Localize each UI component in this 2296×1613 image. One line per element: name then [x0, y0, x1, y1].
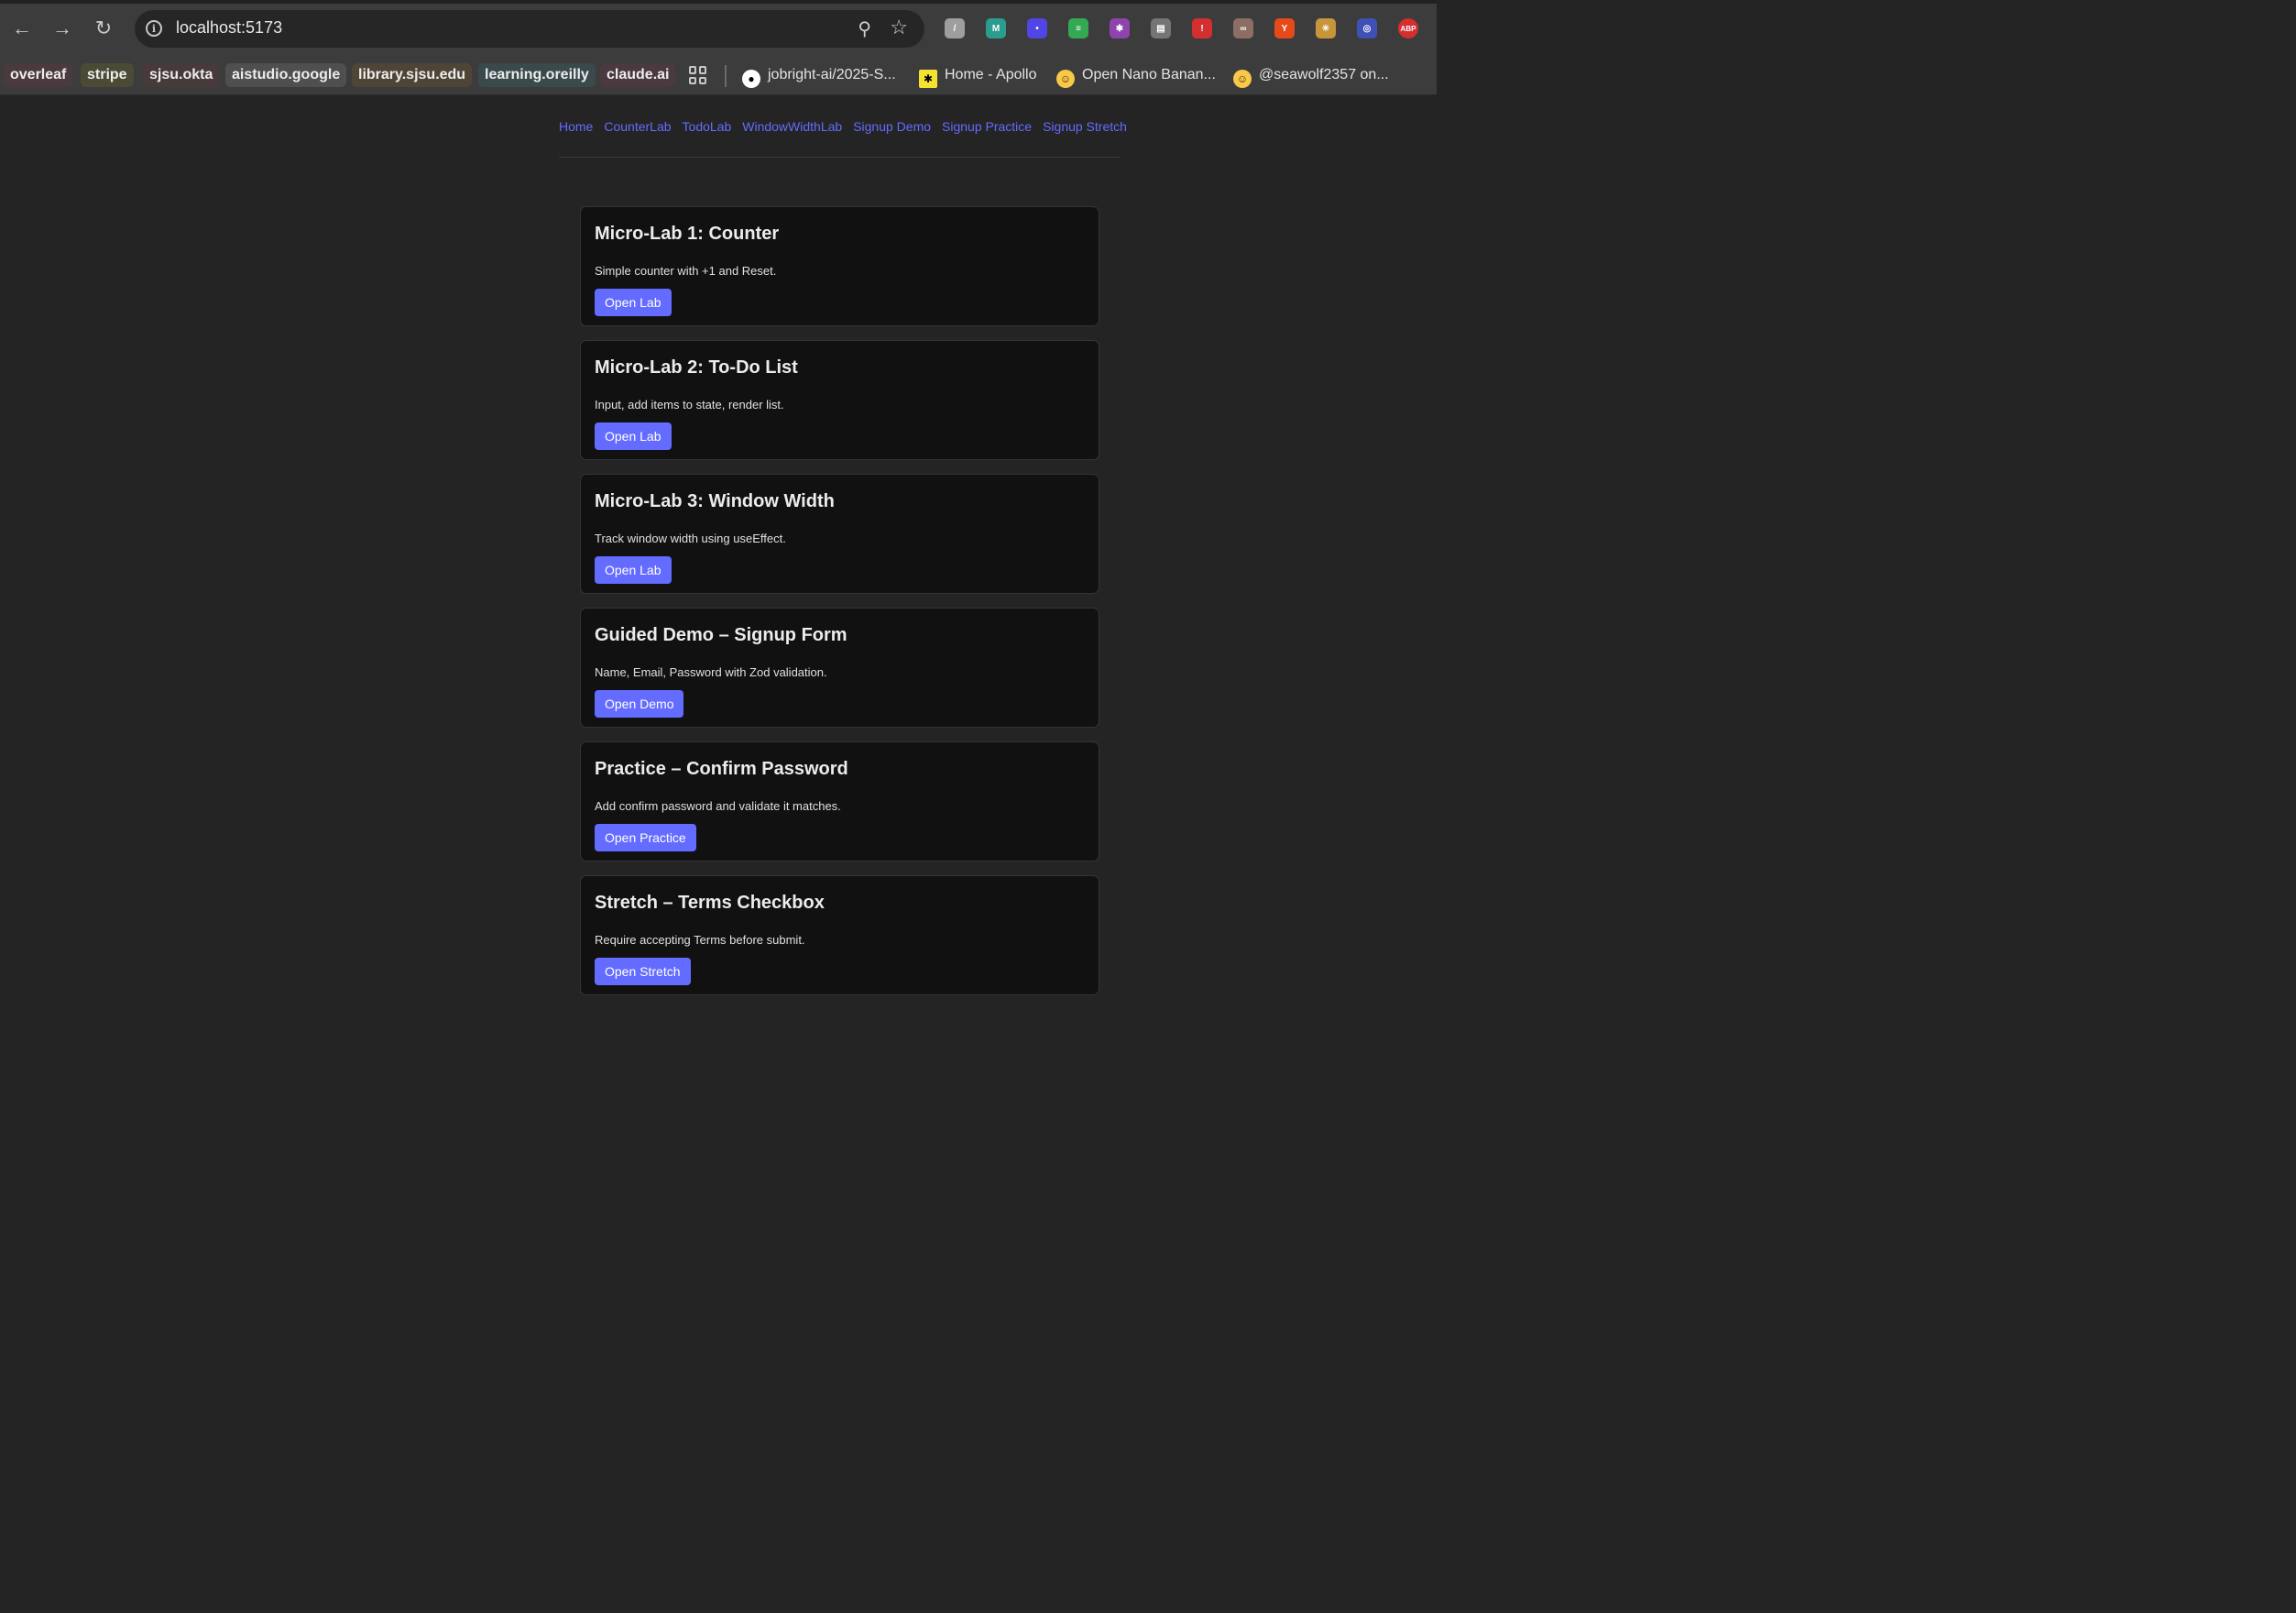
nav-link-signup-demo[interactable]: Signup Demo — [853, 119, 931, 157]
info-icon[interactable]: i — [146, 20, 162, 37]
bookmark-chip[interactable]: aistudio.google — [225, 63, 347, 87]
bookmark-chip[interactable]: sjsu.okta — [143, 63, 220, 87]
bookmark-chip[interactable]: library.sjsu.edu — [352, 63, 473, 87]
card-description: Track window width using useEffect. — [595, 532, 786, 545]
bookmark-label: jobright-ai/2025-S... — [768, 67, 896, 82]
card-description: Input, add items to state, render list. — [595, 398, 784, 411]
face-extension-icon[interactable]: • — [1027, 18, 1047, 38]
forward-button[interactable]: → — [50, 16, 74, 40]
card-title: Stretch – Terms Checkbox — [595, 893, 825, 913]
notes-extension-icon[interactable]: / — [945, 18, 965, 38]
lab-card: Micro-Lab 1: Counter Simple counter with … — [580, 206, 1099, 326]
zoom-icon[interactable]: ⚲ — [858, 17, 871, 40]
card-title: Micro-Lab 1: Counter — [595, 224, 780, 244]
card-description: Require accepting Terms before submit. — [595, 933, 805, 947]
bookmark-chip[interactable]: stripe — [81, 63, 134, 87]
green-extension-icon[interactable]: ≡ — [1068, 18, 1088, 38]
hugging-face-icon: ☺ — [1056, 70, 1075, 88]
bookmarks-bar: overleaf stripe sjsu.okta aistudio.google li… — [0, 57, 1437, 95]
reader-extension-icon[interactable]: ▤ — [1151, 18, 1171, 38]
open-card-button[interactable]: Open Stretch — [595, 958, 691, 985]
nav-link-home[interactable]: Home — [559, 119, 593, 157]
bookmarks-divider — [725, 65, 727, 87]
nav-link-windowwidthlab[interactable]: WindowWidthLab — [742, 119, 842, 157]
tab-groups-icon[interactable] — [689, 66, 707, 84]
open-card-button[interactable]: Open Demo — [595, 690, 684, 718]
back-button[interactable]: ← — [10, 16, 34, 40]
nav-link-counterlab[interactable]: CounterLab — [604, 119, 671, 157]
page-content: Home CounterLab TodoLab WindowWidthLab Signu… — [0, 95, 1437, 1009]
bookmark-chip[interactable]: learning.oreilly — [478, 63, 596, 87]
glasses-extension-icon[interactable]: ∞ — [1233, 18, 1253, 38]
adblock-extension-icon[interactable]: ABP — [1398, 18, 1418, 38]
apollo-icon: ✱ — [919, 70, 937, 88]
card-title: Micro-Lab 2: To-Do List — [595, 357, 798, 378]
browser-toolbar: ← → ↻ i localhost:5173 ⚲ ☆ / M • ≡ ✱ ▤! ∞ Y ✳ ◎ AB… — [0, 0, 1437, 57]
card-title: Micro-Lab 3: Window Width — [595, 491, 835, 511]
bookmark-star-icon[interactable]: ☆ — [890, 16, 908, 39]
bookmark-link-github[interactable]: ● jobright-ai/2025-S... — [742, 63, 896, 88]
open-card-button[interactable]: Open Lab — [595, 422, 672, 450]
card-title: Practice – Confirm Password — [595, 759, 848, 779]
open-card-button[interactable]: Open Lab — [595, 289, 672, 316]
nav-link-signup-stretch[interactable]: Signup Stretch — [1043, 119, 1127, 157]
bookmark-link-seawolf[interactable]: ☺ @seawolf2357 on... — [1233, 63, 1389, 88]
reload-button[interactable]: ↻ — [92, 16, 115, 40]
open-card-button[interactable]: Open Lab — [595, 556, 672, 584]
bookmark-chip[interactable]: claude.ai — [600, 63, 676, 87]
lab-card: Practice – Confirm Password Add confirm p… — [580, 741, 1099, 861]
nav-link-signup-practice[interactable]: Signup Practice — [942, 119, 1032, 157]
lab-card: Micro-Lab 2: To-Do List Input, add items … — [580, 340, 1099, 460]
github-icon: ● — [742, 70, 760, 88]
card-description: Add confirm password and validate it mat… — [595, 799, 841, 813]
lab-card: Micro-Lab 3: Window Width Track window wi… — [580, 474, 1099, 594]
hugging-face-icon: ☺ — [1233, 70, 1252, 88]
lab-card: Stretch – Terms Checkbox Require acceptin… — [580, 875, 1099, 995]
bookmark-link-apollo[interactable]: ✱ Home - Apollo — [919, 63, 1037, 88]
address-bar[interactable]: i localhost:5173 ⚲ ☆ — [135, 10, 924, 48]
open-card-button[interactable]: Open Practice — [595, 824, 696, 851]
brain-extension-icon[interactable]: ✱ — [1110, 18, 1130, 38]
card-description: Name, Email, Password with Zod validatio… — [595, 665, 827, 679]
top-nav: Home CounterLab TodoLab WindowWidthLab Signu… — [559, 119, 1127, 158]
translate-extension-icon[interactable]: Y — [1274, 18, 1295, 38]
lab-card: Guided Demo – Signup Form Name, Email, Pa… — [580, 608, 1099, 728]
bookmark-label: @seawolf2357 on... — [1259, 67, 1389, 82]
url-text[interactable]: localhost:5173 — [176, 18, 282, 38]
card-title: Guided Demo – Signup Form — [595, 625, 847, 645]
bookmark-label: Home - Apollo — [945, 67, 1037, 82]
card-description: Simple counter with +1 and Reset. — [595, 264, 777, 278]
nav-link-todolab[interactable]: TodoLab — [683, 119, 732, 157]
target-extension-icon[interactable]: ◎ — [1357, 18, 1377, 38]
bookmark-chip[interactable]: overleaf — [4, 63, 73, 87]
bookmark-label: Open Nano Banan... — [1082, 67, 1216, 82]
red-flag-extension-icon[interactable]: ! — [1192, 18, 1212, 38]
bookmark-link-nano-banana[interactable]: ☺ Open Nano Banan... — [1056, 63, 1216, 88]
copilot-extension-icon[interactable]: M — [986, 18, 1006, 38]
sun-extension-icon[interactable]: ✳ — [1316, 18, 1336, 38]
